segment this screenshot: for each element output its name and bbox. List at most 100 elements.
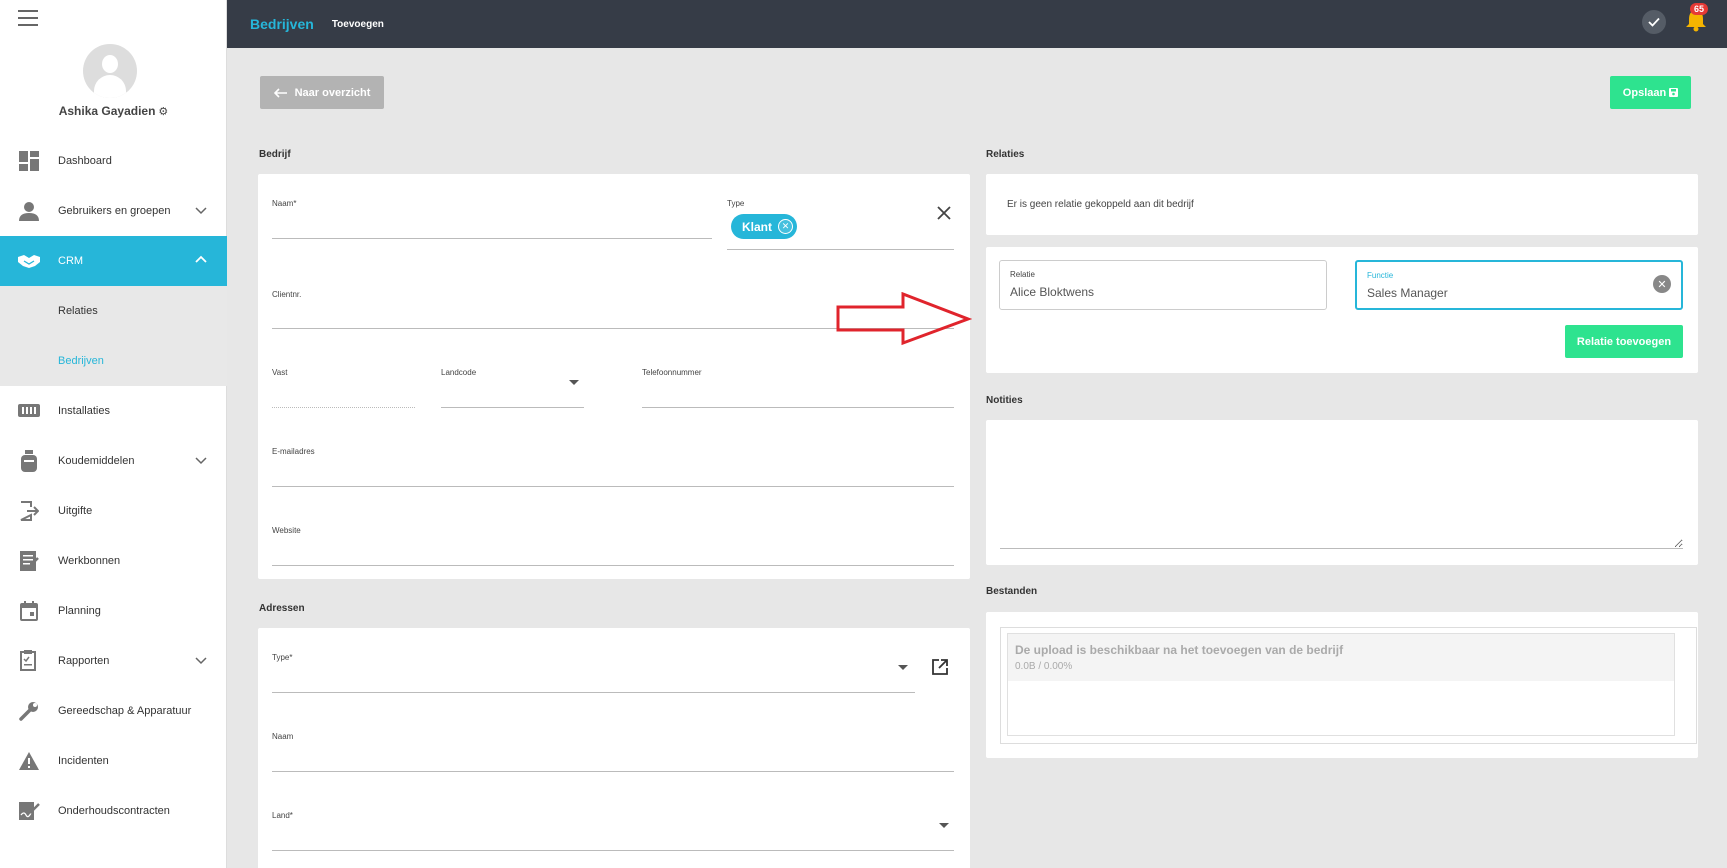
- vast-label: Vast: [272, 368, 288, 377]
- dashboard-icon: [0, 151, 58, 171]
- chevron-up-icon[interactable]: [195, 254, 207, 266]
- relatie-label: Relatie: [1010, 270, 1035, 279]
- sidebar-item-crm[interactable]: CRM: [0, 236, 227, 286]
- adres-naam-label: Naam: [272, 732, 294, 741]
- section-title-relaties: Relaties: [986, 149, 1025, 160]
- sidebar-item-onderhoudscontracten[interactable]: Onderhoudscontracten: [0, 786, 227, 836]
- back-button[interactable]: Naar overzicht: [260, 76, 384, 109]
- chevron-down-icon[interactable]: [195, 204, 207, 216]
- notities-textarea[interactable]: [1000, 436, 1683, 549]
- user-icon: [0, 201, 58, 221]
- vast-input[interactable]: [272, 388, 415, 406]
- notification-badge: 65: [1690, 3, 1709, 15]
- email-label: E-mailadres: [272, 447, 315, 456]
- clear-icon[interactable]: ✕: [1653, 275, 1671, 293]
- save-button-label: Opslaan: [1622, 86, 1667, 99]
- floppy-icon: [1669, 88, 1679, 97]
- hamburger-menu-icon[interactable]: [18, 10, 38, 26]
- website-field[interactable]: Website: [272, 526, 954, 566]
- sidebar-menu: Dashboard Gebruikers en groepen CRM Rela…: [0, 136, 227, 836]
- sidebar-item-label: Rapporten: [58, 655, 110, 667]
- landcode-select[interactable]: Landcode: [441, 368, 584, 408]
- functie-value: Sales Manager: [1367, 286, 1448, 300]
- relatie-value: Alice Bloktwens: [1010, 285, 1095, 299]
- sidebar-item-bedrijven[interactable]: Bedrijven: [0, 336, 227, 386]
- sidebar-item-planning[interactable]: Planning: [0, 586, 227, 636]
- upload-progress-text: 0.0B / 0.00%: [1015, 661, 1073, 672]
- sidebar-item-label: Koudemiddelen: [58, 455, 135, 467]
- adres-type-select[interactable]: Type*: [272, 653, 915, 693]
- adres-type-label: Type*: [272, 653, 293, 662]
- avatar[interactable]: [83, 44, 137, 98]
- sidebar-item-uitgifte[interactable]: Uitgifte: [0, 486, 227, 536]
- back-button-label: Naar overzicht: [294, 86, 371, 99]
- adres-naam-field[interactable]: Naam: [272, 732, 954, 772]
- open-external-icon[interactable]: [931, 658, 949, 676]
- email-input[interactable]: [272, 467, 954, 485]
- top-bar: Bedrijven Toevoegen: [227, 0, 1727, 48]
- upload-item-header: [1008, 634, 1674, 681]
- land-label: Land*: [272, 811, 293, 820]
- chevron-down-icon[interactable]: [195, 454, 207, 466]
- naam-label: Naam*: [272, 199, 297, 208]
- section-title-notities: Notities: [986, 395, 1023, 406]
- chip-remove-icon[interactable]: ✕: [778, 219, 793, 234]
- vast-field[interactable]: Vast: [272, 368, 415, 408]
- functie-field[interactable]: Functie Sales Manager ✕: [1355, 260, 1683, 310]
- dropdown-caret-icon[interactable]: [569, 380, 579, 385]
- upload-status-text: De upload is beschikbaar na het toevoege…: [1015, 643, 1344, 657]
- landcode-label: Landcode: [441, 368, 477, 377]
- gear-icon[interactable]: ⚙: [158, 106, 168, 118]
- type-chip-label: Klant: [742, 219, 772, 234]
- sidebar-item-label: Gebruikers en groepen: [58, 205, 171, 217]
- add-relatie-label: Relatie toevoegen: [1576, 335, 1672, 348]
- save-button[interactable]: Opslaan: [1610, 76, 1691, 109]
- user-name: Ashika Gayadien ⚙: [58, 104, 169, 118]
- relaties-empty-text: Er is geen relatie gekoppeld aan dit bed…: [1007, 199, 1194, 210]
- sidebar-item-installaties[interactable]: Installaties: [0, 386, 227, 436]
- sidebar-item-label: CRM: [58, 255, 84, 267]
- warning-icon: [0, 752, 58, 770]
- functie-label: Functie: [1367, 271, 1394, 280]
- annotation-arrow-icon: [836, 292, 972, 346]
- naam-field[interactable]: Naam*: [272, 199, 712, 239]
- add-relatie-button[interactable]: Relatie toevoegen: [1565, 325, 1683, 358]
- sidebar-item-label: Onderhoudscontracten: [58, 805, 170, 817]
- email-field[interactable]: E-mailadres: [272, 447, 954, 487]
- sidebar-item-dashboard[interactable]: Dashboard: [0, 136, 227, 186]
- section-title-bestanden: Bestanden: [986, 586, 1038, 597]
- type-chip[interactable]: Klant ✕: [731, 214, 797, 239]
- dropdown-caret-icon[interactable]: [898, 665, 908, 670]
- relatie-select[interactable]: Relatie Alice Bloktwens: [999, 260, 1327, 310]
- naam-input[interactable]: [272, 219, 712, 237]
- sidebar-item-koudemiddelen[interactable]: Koudemiddelen: [0, 436, 227, 486]
- sidebar-item-rapporten[interactable]: Rapporten: [0, 636, 227, 686]
- type-label: Type: [727, 199, 745, 208]
- website-input[interactable]: [272, 546, 954, 564]
- close-icon[interactable]: [936, 205, 952, 221]
- document-icon: [0, 550, 58, 572]
- sidebar-item-gebruikers[interactable]: Gebruikers en groepen: [0, 186, 227, 236]
- website-label: Website: [272, 526, 301, 535]
- sidebar-item-relaties[interactable]: Relaties: [0, 286, 227, 336]
- chevron-down-icon[interactable]: [195, 654, 207, 666]
- check-icon[interactable]: [1642, 10, 1666, 34]
- telefoonnummer-label: Telefoonnummer: [642, 368, 702, 377]
- page-title[interactable]: Bedrijven: [250, 16, 314, 32]
- contract-icon: [0, 801, 58, 821]
- sidebar-item-gereedschap[interactable]: Gereedschap & Apparatuur: [0, 686, 227, 736]
- report-icon: [0, 650, 58, 672]
- sidebar: Ashika Gayadien ⚙ Dashboard Gebruikers en…: [0, 0, 227, 868]
- sidebar-item-label: Incidenten: [58, 755, 109, 767]
- breadcrumb: Toevoegen: [331, 18, 384, 30]
- land-select[interactable]: Land*: [272, 811, 954, 851]
- arrow-left-icon: [273, 87, 287, 98]
- adres-naam-input[interactable]: [272, 752, 954, 770]
- sidebar-item-label: Relaties: [58, 305, 98, 317]
- telefoonnummer-field[interactable]: Telefoonnummer: [642, 368, 954, 408]
- handshake-icon: [0, 253, 58, 269]
- dropdown-caret-icon[interactable]: [939, 823, 949, 828]
- sidebar-item-werkbonnen[interactable]: Werkbonnen: [0, 536, 227, 586]
- telefoonnummer-input[interactable]: [642, 388, 954, 406]
- sidebar-item-incidenten[interactable]: Incidenten: [0, 736, 227, 786]
